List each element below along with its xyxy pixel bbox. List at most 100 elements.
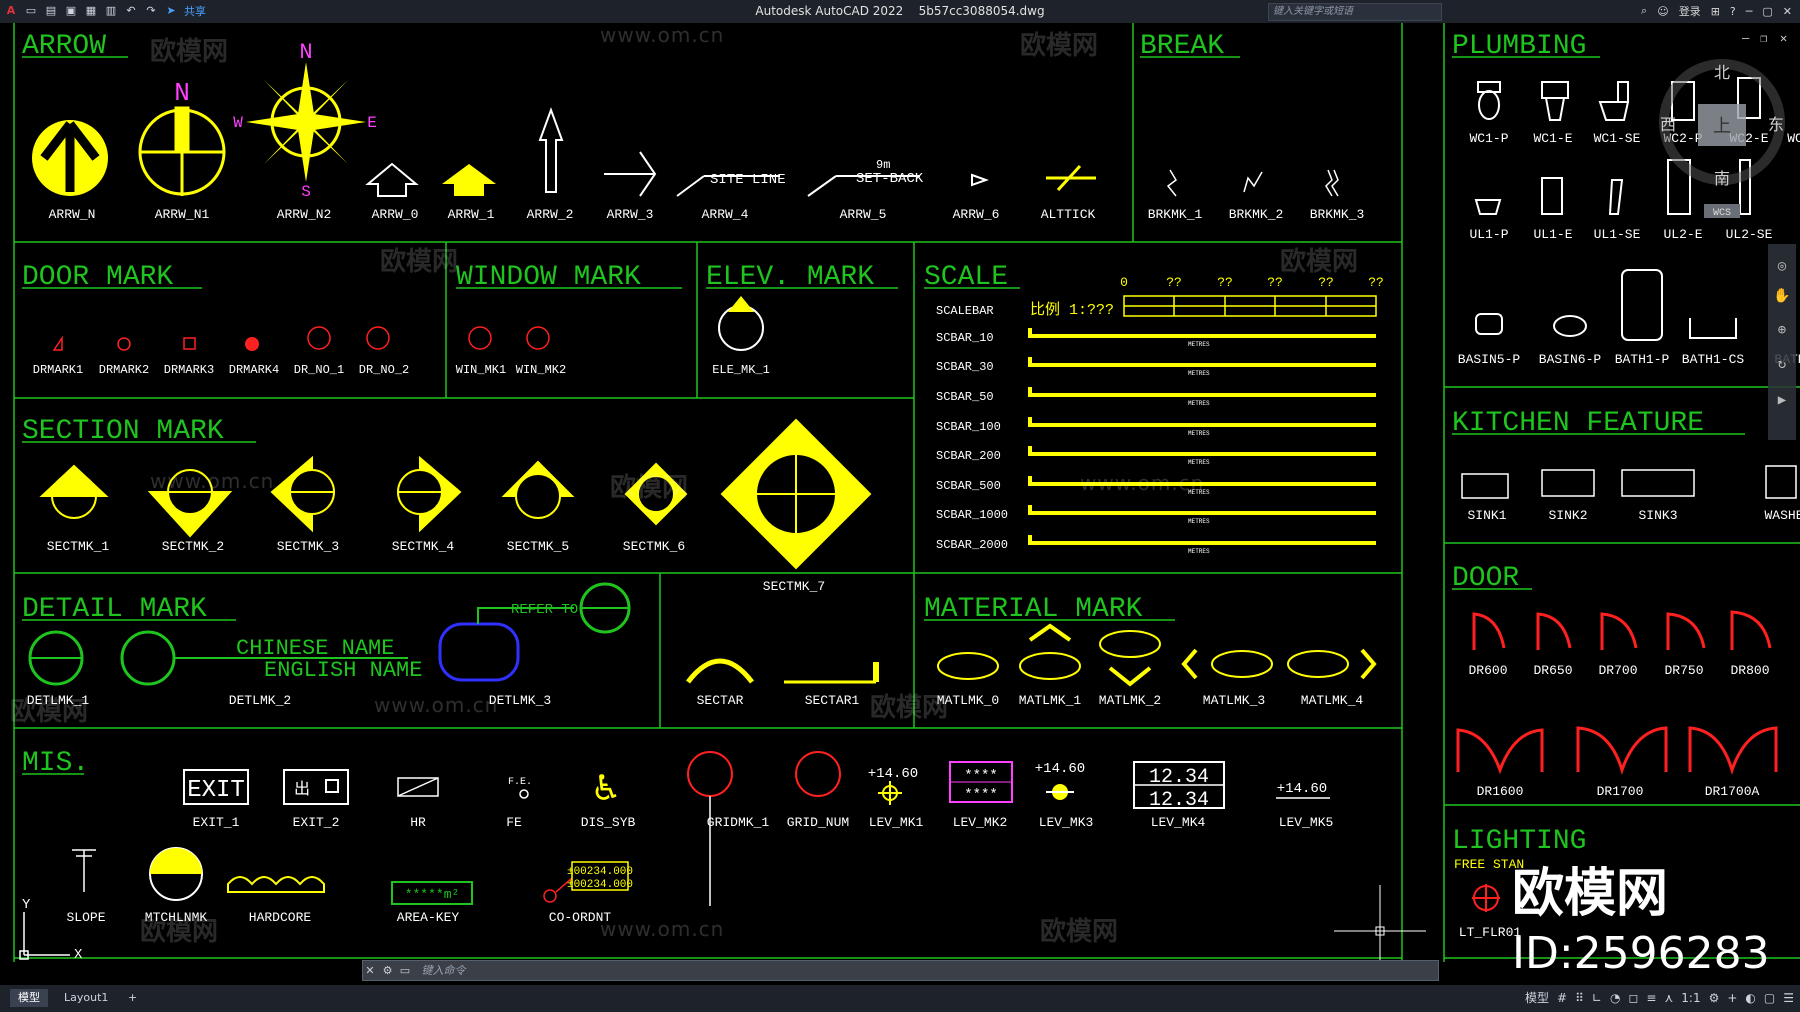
lineweight-icon[interactable]: ≡	[1646, 991, 1656, 1005]
undo-icon[interactable]: ↶	[124, 4, 138, 18]
matchline-symbol[interactable]	[149, 847, 203, 901]
break-3-symbol[interactable]	[1325, 169, 1339, 197]
sectmk-5-symbol[interactable]	[501, 460, 575, 519]
arrow-2-symbol[interactable]	[538, 107, 564, 193]
arrow-n2-compass[interactable]	[246, 62, 366, 182]
polar-icon[interactable]: ◔	[1610, 991, 1620, 1005]
matlmk-3-symbol[interactable]	[1181, 648, 1273, 680]
add-layout-tab[interactable]: +	[120, 989, 145, 1007]
close-icon[interactable]: ✕	[363, 961, 377, 980]
drawing-svg[interactable]: ARROW BREAK PLUMBING DOOR MARK WINDOW MA…	[0, 23, 1800, 985]
share-icon[interactable]: ➤	[164, 4, 178, 18]
new-file-icon[interactable]: ▭	[24, 4, 38, 18]
viewport-restore-icon[interactable]: ❐	[1760, 32, 1767, 46]
arrow-n1-symbol[interactable]	[138, 106, 226, 196]
osnap-icon[interactable]: ◻	[1628, 991, 1638, 1005]
sink2-symbol[interactable]	[1541, 469, 1595, 497]
basin5-p-symbol[interactable]	[1475, 313, 1503, 335]
save-as-icon[interactable]: ▦	[84, 4, 98, 18]
ortho-icon[interactable]: ∟	[1592, 991, 1602, 1005]
redo-icon[interactable]: ↷	[144, 4, 158, 18]
snap-icon[interactable]: ⠿	[1575, 991, 1584, 1005]
sectmk-3-symbol[interactable]	[270, 455, 335, 533]
hr-symbol[interactable]	[397, 777, 439, 797]
open-file-icon[interactable]: ▤	[44, 4, 58, 18]
bath1-cs-symbol[interactable]	[1689, 318, 1737, 339]
login-label[interactable]: 登录	[1679, 3, 1701, 19]
alt-tick-symbol[interactable]	[1046, 164, 1096, 192]
door-dr600-symbol[interactable]	[1472, 612, 1506, 650]
annotation-icon[interactable]: ⋏	[1664, 991, 1673, 1005]
clean-screen-icon[interactable]: ▢	[1764, 991, 1775, 1005]
autocad-logo-icon[interactable]: A	[4, 4, 18, 18]
matlmk-4-symbol[interactable]	[1287, 648, 1377, 680]
wheelchair-icon[interactable]: ♿	[594, 768, 618, 813]
sink1-symbol[interactable]	[1461, 473, 1509, 499]
navigation-bar[interactable]: ◎ ✋ ⊕ ↻ ▶	[1768, 244, 1796, 440]
orbit-icon[interactable]: ↻	[1778, 357, 1786, 373]
sectmk-7-symbol[interactable]	[720, 418, 872, 570]
tab-layout1[interactable]: Layout1	[56, 989, 116, 1007]
ul1-p-symbol[interactable]	[1474, 199, 1502, 215]
lev-mk1-symbol[interactable]	[878, 781, 902, 805]
door-dr800-symbol[interactable]	[1730, 610, 1772, 650]
command-input[interactable]: 键入命令	[422, 964, 466, 977]
minimize-icon[interactable]: ─	[1746, 5, 1753, 18]
showmotion-icon[interactable]: ▶	[1778, 393, 1787, 409]
break-1-symbol[interactable]	[1166, 169, 1177, 197]
door-dr1700-symbol[interactable]	[1576, 726, 1668, 775]
drmark1-symbol[interactable]	[52, 335, 63, 351]
viewport-minimize-icon[interactable]: ─	[1741, 32, 1750, 46]
basin6-p-symbol[interactable]	[1553, 315, 1587, 337]
gear-icon[interactable]: ⚙	[1709, 991, 1720, 1005]
hardcore-symbol[interactable]	[227, 876, 325, 893]
annotation-scale[interactable]: 1:1	[1681, 991, 1700, 1005]
grid-num-symbol[interactable]	[795, 751, 841, 797]
bath1-p-symbol[interactable]	[1621, 269, 1663, 341]
detlmk-1-symbol[interactable]	[28, 630, 84, 686]
arrow-n-symbol[interactable]	[32, 120, 108, 196]
save-icon[interactable]: ▣	[64, 4, 78, 18]
drmark2-symbol[interactable]	[117, 337, 131, 351]
drmark3-symbol[interactable]	[183, 337, 196, 350]
arrow-1-symbol[interactable]	[442, 164, 496, 196]
ul1-e-symbol[interactable]	[1541, 177, 1563, 215]
close-icon[interactable]: ✕	[1783, 5, 1792, 18]
pan-icon[interactable]: ✋	[1773, 287, 1790, 305]
drawing-canvas[interactable]: ARROW BREAK PLUMBING DOOR MARK WINDOW MA…	[0, 23, 1800, 985]
nav-wheel-icon[interactable]: ◎	[1778, 259, 1787, 275]
cart-icon[interactable]: ⊞	[1711, 5, 1720, 18]
wc1-e-symbol[interactable]	[1541, 81, 1569, 121]
sectar1-symbol[interactable]	[784, 662, 879, 684]
break-2-symbol[interactable]	[1243, 171, 1263, 193]
sectmk-1-symbol[interactable]	[39, 464, 109, 519]
menu-icon[interactable]: ☰	[1783, 991, 1794, 1005]
door-dr650-symbol[interactable]	[1536, 612, 1572, 650]
user-icon[interactable]: ☺	[1657, 5, 1668, 18]
ul1-se-symbol[interactable]	[1608, 179, 1624, 215]
share-label[interactable]: 共享	[184, 3, 206, 19]
model-space-toggle[interactable]: 模型	[1525, 989, 1549, 1006]
door-dr750-symbol[interactable]	[1666, 612, 1706, 650]
help-icon[interactable]: ?	[1730, 5, 1736, 18]
lev-mk3-symbol[interactable]	[1046, 784, 1074, 800]
search-icon[interactable]: ⌕	[1641, 4, 1647, 18]
door-dr1700a-symbol[interactable]	[1688, 726, 1778, 775]
sectar-symbol[interactable]	[686, 658, 754, 684]
wc1-se-symbol[interactable]	[1598, 81, 1630, 121]
slope-symbol[interactable]	[72, 849, 96, 892]
arrow-3-symbol[interactable]	[604, 151, 657, 197]
door-dr1600-symbol[interactable]	[1456, 728, 1544, 775]
matlmk-0-symbol[interactable]	[937, 652, 999, 680]
arrow-0-symbol[interactable]	[365, 162, 419, 197]
search-input[interactable]: 键入关键字或短语	[1268, 3, 1442, 21]
win-mk2-symbol[interactable]	[526, 326, 550, 350]
plus-icon[interactable]: +	[1727, 991, 1737, 1005]
ele-mk-1-symbol[interactable]	[718, 296, 764, 351]
command-history-icon[interactable]: ▭	[398, 961, 412, 980]
tab-model[interactable]: 模型	[10, 989, 48, 1007]
matlmk-2-symbol[interactable]	[1099, 630, 1161, 687]
maximize-icon[interactable]: ▢	[1762, 5, 1772, 18]
isolate-icon[interactable]: ◐	[1745, 991, 1755, 1005]
viewport-close-icon[interactable]: ✕	[1780, 32, 1787, 46]
